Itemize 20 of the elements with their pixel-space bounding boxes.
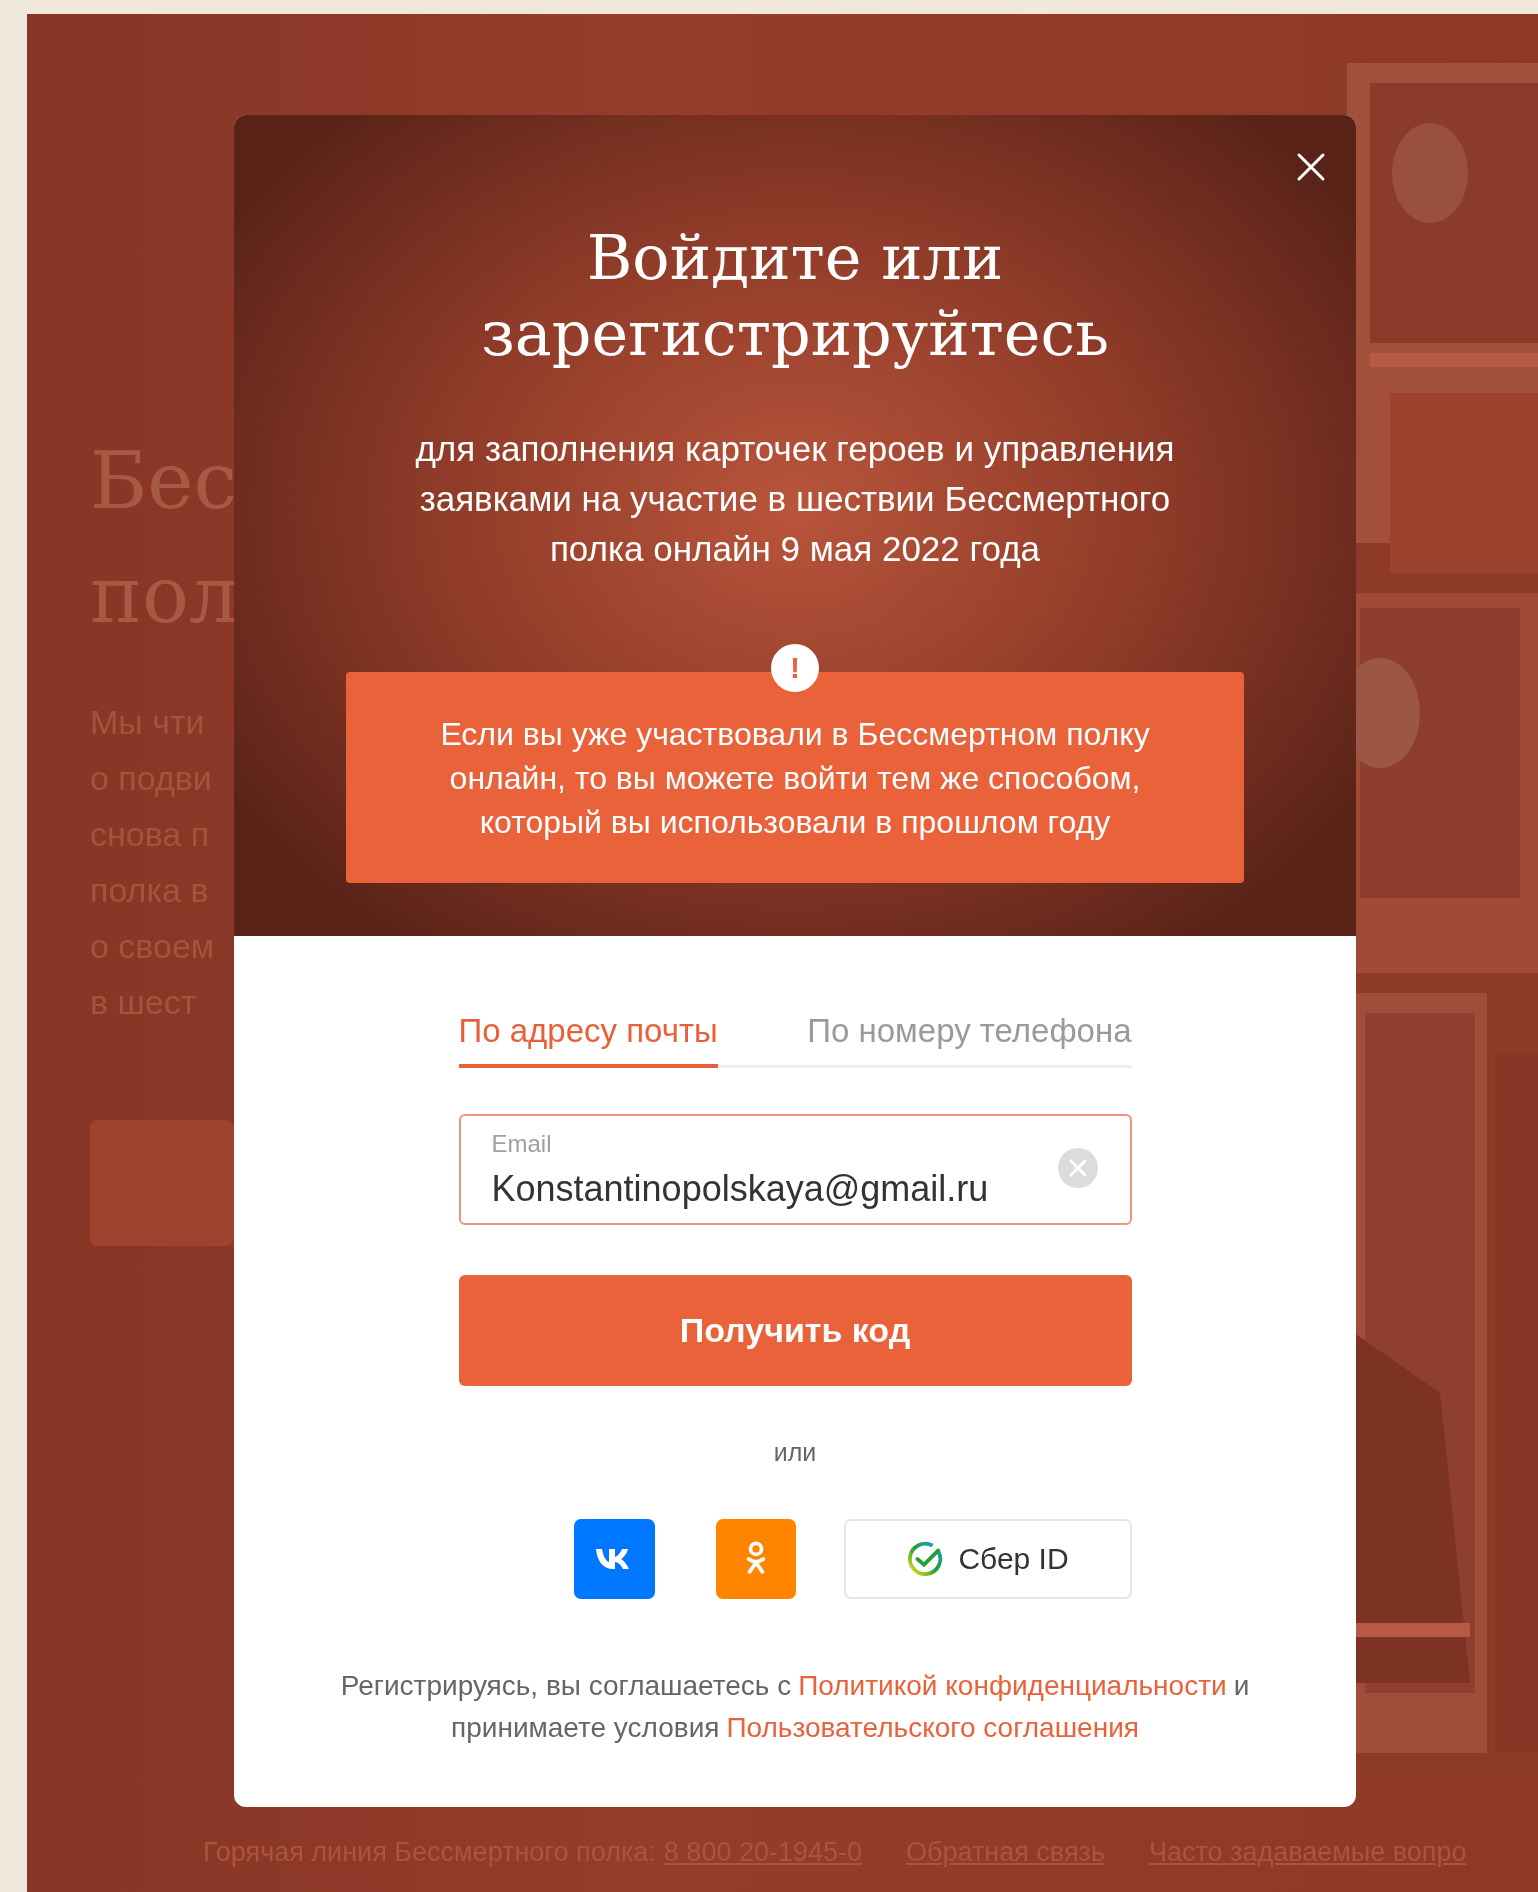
modal-title: Войдите или зарегистрируйтесь	[481, 220, 1109, 372]
legal-text: Регистрируясь, вы соглашаетесь с	[340, 1669, 792, 1703]
modal-subtitle: для заполнения карточек героев и управления заявками на участие в шествии Бессмертного полка онлайн 9 мая 2022 года	[415, 428, 1175, 570]
warning-badge: !	[771, 644, 819, 692]
get-code-button[interactable]: Получить код	[458, 1275, 1132, 1386]
agreement-link[interactable]: Политикой конфиденциальности	[798, 1665, 1227, 1707]
ok-button[interactable]	[715, 1519, 796, 1599]
agreement-link[interactable]: Пользовательского соглашения	[726, 1707, 1139, 1749]
notice-text: Если вы уже участвовали в Бессмертном полку онлайн, то вы можете войти тем же способом, который вы использовали в прошлом году	[440, 714, 1150, 842]
legal-text: принимаете условия	[451, 1711, 720, 1745]
vk-button[interactable]	[573, 1519, 655, 1599]
close-icon[interactable]	[1296, 152, 1326, 182]
field-label: Email	[491, 1130, 552, 1158]
sber-id-button[interactable]: Сбер ID	[843, 1519, 1132, 1599]
legal-text: и	[1233, 1669, 1250, 1703]
divider-text: или	[773, 1438, 817, 1467]
clear-icon[interactable]	[1057, 1148, 1098, 1188]
check-circle-icon	[906, 1540, 945, 1578]
tab[interactable]: По номеру телефона	[807, 1012, 1132, 1068]
tab[interactable]: По адресу почты	[458, 1012, 718, 1068]
